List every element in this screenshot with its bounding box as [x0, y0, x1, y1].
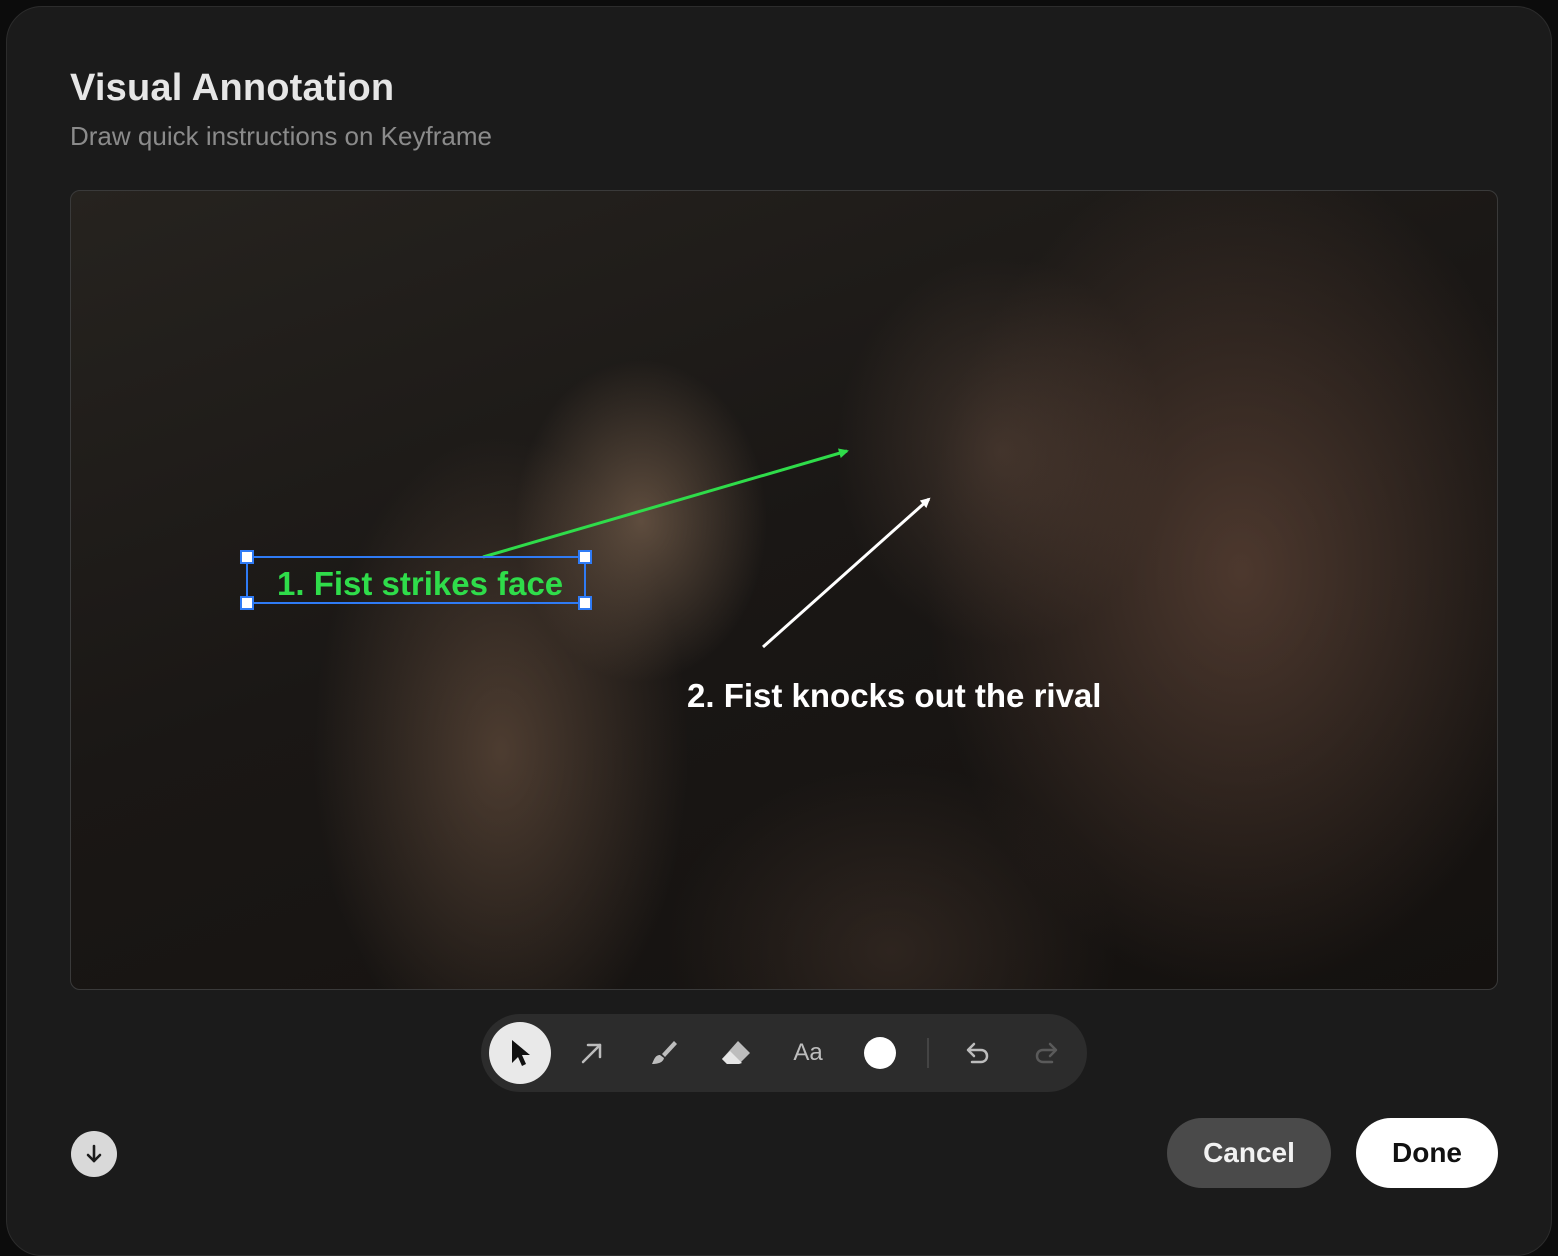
color-picker-button[interactable] — [849, 1022, 911, 1084]
cursor-icon — [512, 1040, 530, 1066]
redo-icon — [1035, 1042, 1058, 1064]
annotation-arrow-2[interactable] — [762, 497, 931, 649]
undo-icon — [966, 1042, 989, 1064]
visual-annotation-dialog: Visual Annotation Draw quick instruction… — [6, 6, 1552, 1256]
annotation-toolbar: Aa — [481, 1014, 1087, 1092]
cancel-button[interactable]: Cancel — [1167, 1118, 1331, 1188]
eraser-tool-button[interactable] — [705, 1022, 767, 1084]
annotation-text-2[interactable]: 2. Fist knocks out the rival — [687, 677, 1101, 715]
toolbar-divider — [927, 1038, 929, 1068]
brush-tool-button[interactable] — [633, 1022, 695, 1084]
download-icon — [86, 1144, 102, 1163]
download-button[interactable] — [71, 1131, 117, 1177]
eraser-icon — [722, 1041, 750, 1064]
annotation-text-1[interactable]: 1. Fist strikes face — [277, 565, 563, 603]
text-tool-button[interactable]: Aa — [777, 1022, 839, 1084]
select-tool-button[interactable] — [489, 1022, 551, 1084]
undo-button[interactable] — [945, 1022, 1007, 1084]
arrow-icon — [581, 1043, 602, 1064]
color-swatch — [864, 1037, 896, 1069]
done-button[interactable]: Done — [1356, 1118, 1498, 1188]
annotation-arrow-1[interactable] — [482, 448, 849, 559]
brush-icon — [652, 1041, 677, 1064]
resize-handle-bottom-right[interactable] — [578, 596, 592, 610]
resize-handle-top-left[interactable] — [240, 550, 254, 564]
keyframe-canvas[interactable]: 1. Fist strikes face 2. Fist knocks out … — [70, 190, 1498, 990]
text-icon: Aa — [793, 1039, 823, 1066]
arrow-tool-button[interactable] — [561, 1022, 623, 1084]
dialog-subtitle: Draw quick instructions on Keyframe — [70, 121, 492, 151]
resize-handle-bottom-left[interactable] — [240, 596, 254, 610]
redo-button[interactable] — [1017, 1022, 1079, 1084]
dialog-title: Visual Annotation — [70, 67, 395, 109]
resize-handle-top-right[interactable] — [578, 550, 592, 564]
